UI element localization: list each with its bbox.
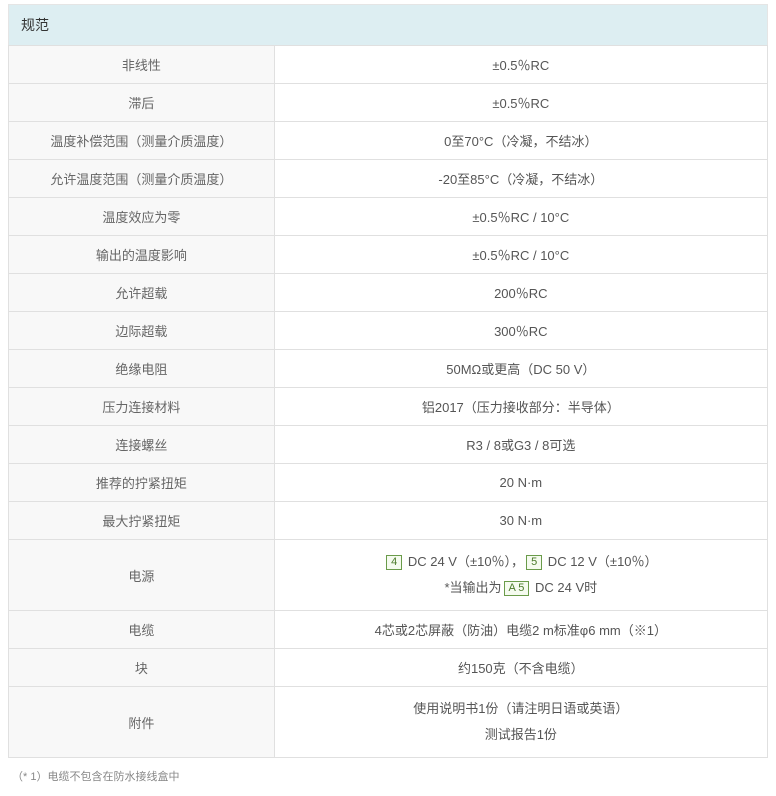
text: 使用说明书1份（请注明日语或英语） <box>281 696 761 722</box>
row-label: 绝缘电阻 <box>9 350 275 388</box>
row-value: 0至70°C（冷凝，不结冰） <box>274 122 767 160</box>
table-row: 电缆 4芯或2芯屏蔽（防油）电缆2 m标准φ6 mm（※1） <box>9 611 768 649</box>
table-row: 推荐的拧紧扭矩20 N·m <box>9 464 768 502</box>
row-value: 20 N·m <box>274 464 767 502</box>
table-row: 压力连接材料铝2017（压力接收部分：半导体） <box>9 388 768 426</box>
row-value: 4 DC 24 V（±10％），5 DC 12 V（±10％） *当输出为A 5… <box>274 540 767 611</box>
table-row: 温度效应为零±0.5％RC / 10°C <box>9 198 768 236</box>
row-label: 边际超载 <box>9 312 275 350</box>
table-row: 最大拧紧扭矩30 N·m <box>9 502 768 540</box>
row-value: ±0.5％RC / 10°C <box>274 198 767 236</box>
spec-table: 非线性±0.5％RC滞后±0.5％RC温度补偿范围（测量介质温度）0至70°C（… <box>8 45 768 758</box>
text: DC 24 V（±10％）， <box>404 554 524 569</box>
table-row: 滞后±0.5％RC <box>9 84 768 122</box>
text: *当输出为 <box>444 580 501 595</box>
table-row: 边际超载300％RC <box>9 312 768 350</box>
row-label: 允许温度范围（测量介质温度） <box>9 160 275 198</box>
row-value: -20至85°C（冷凝，不结冰） <box>274 160 767 198</box>
row-value: 30 N·m <box>274 502 767 540</box>
row-label: 电缆 <box>9 611 275 649</box>
row-label: 压力连接材料 <box>9 388 275 426</box>
row-label: 电源 <box>9 540 275 611</box>
row-value: ±0.5％RC <box>274 46 767 84</box>
row-value: ±0.5％RC / 10°C <box>274 236 767 274</box>
row-value: 50MΩ或更高（DC 50 V） <box>274 350 767 388</box>
table-row: 允许超载200％RC <box>9 274 768 312</box>
table-row: 输出的温度影响±0.5％RC / 10°C <box>9 236 768 274</box>
row-label: 输出的温度影响 <box>9 236 275 274</box>
row-value: 铝2017（压力接收部分：半导体） <box>274 388 767 426</box>
row-value: 300％RC <box>274 312 767 350</box>
row-label: 块 <box>9 649 275 687</box>
table-row: 附件 使用说明书1份（请注明日语或英语） 测试报告1份 <box>9 687 768 758</box>
row-label: 滞后 <box>9 84 275 122</box>
row-label: 温度补偿范围（测量介质温度） <box>9 122 275 160</box>
text: DC 12 V（±10％） <box>544 554 657 569</box>
row-label: 附件 <box>9 687 275 758</box>
badge-icon: 5 <box>526 555 542 570</box>
text: 测试报告1份 <box>281 722 761 748</box>
row-value: R3 / 8或G3 / 8可选 <box>274 426 767 464</box>
row-label: 推荐的拧紧扭矩 <box>9 464 275 502</box>
badge-icon: 4 <box>386 555 402 570</box>
row-value: 约150克（不含电缆） <box>274 649 767 687</box>
row-value: 200％RC <box>274 274 767 312</box>
row-label: 温度效应为零 <box>9 198 275 236</box>
table-row: 温度补偿范围（测量介质温度）0至70°C（冷凝，不结冰） <box>9 122 768 160</box>
row-value: ±0.5％RC <box>274 84 767 122</box>
table-row: 允许温度范围（测量介质温度）-20至85°C（冷凝，不结冰） <box>9 160 768 198</box>
table-row: 非线性±0.5％RC <box>9 46 768 84</box>
text: DC 24 V时 <box>531 580 597 595</box>
table-row: 连接螺丝R3 / 8或G3 / 8可选 <box>9 426 768 464</box>
badge-icon: A 5 <box>504 581 530 596</box>
row-label: 最大拧紧扭矩 <box>9 502 275 540</box>
row-label: 非线性 <box>9 46 275 84</box>
row-value: 4芯或2芯屏蔽（防油）电缆2 m标准φ6 mm（※1） <box>274 611 767 649</box>
footnote: （* 1）电缆不包含在防水接线盒中 <box>8 758 768 788</box>
section-title: 规范 <box>8 4 768 45</box>
row-label: 允许超载 <box>9 274 275 312</box>
row-label: 连接螺丝 <box>9 426 275 464</box>
table-row: 电源 4 DC 24 V（±10％），5 DC 12 V（±10％） *当输出为… <box>9 540 768 611</box>
row-value: 使用说明书1份（请注明日语或英语） 测试报告1份 <box>274 687 767 758</box>
table-row: 块 约150克（不含电缆） <box>9 649 768 687</box>
table-row: 绝缘电阻50MΩ或更高（DC 50 V） <box>9 350 768 388</box>
